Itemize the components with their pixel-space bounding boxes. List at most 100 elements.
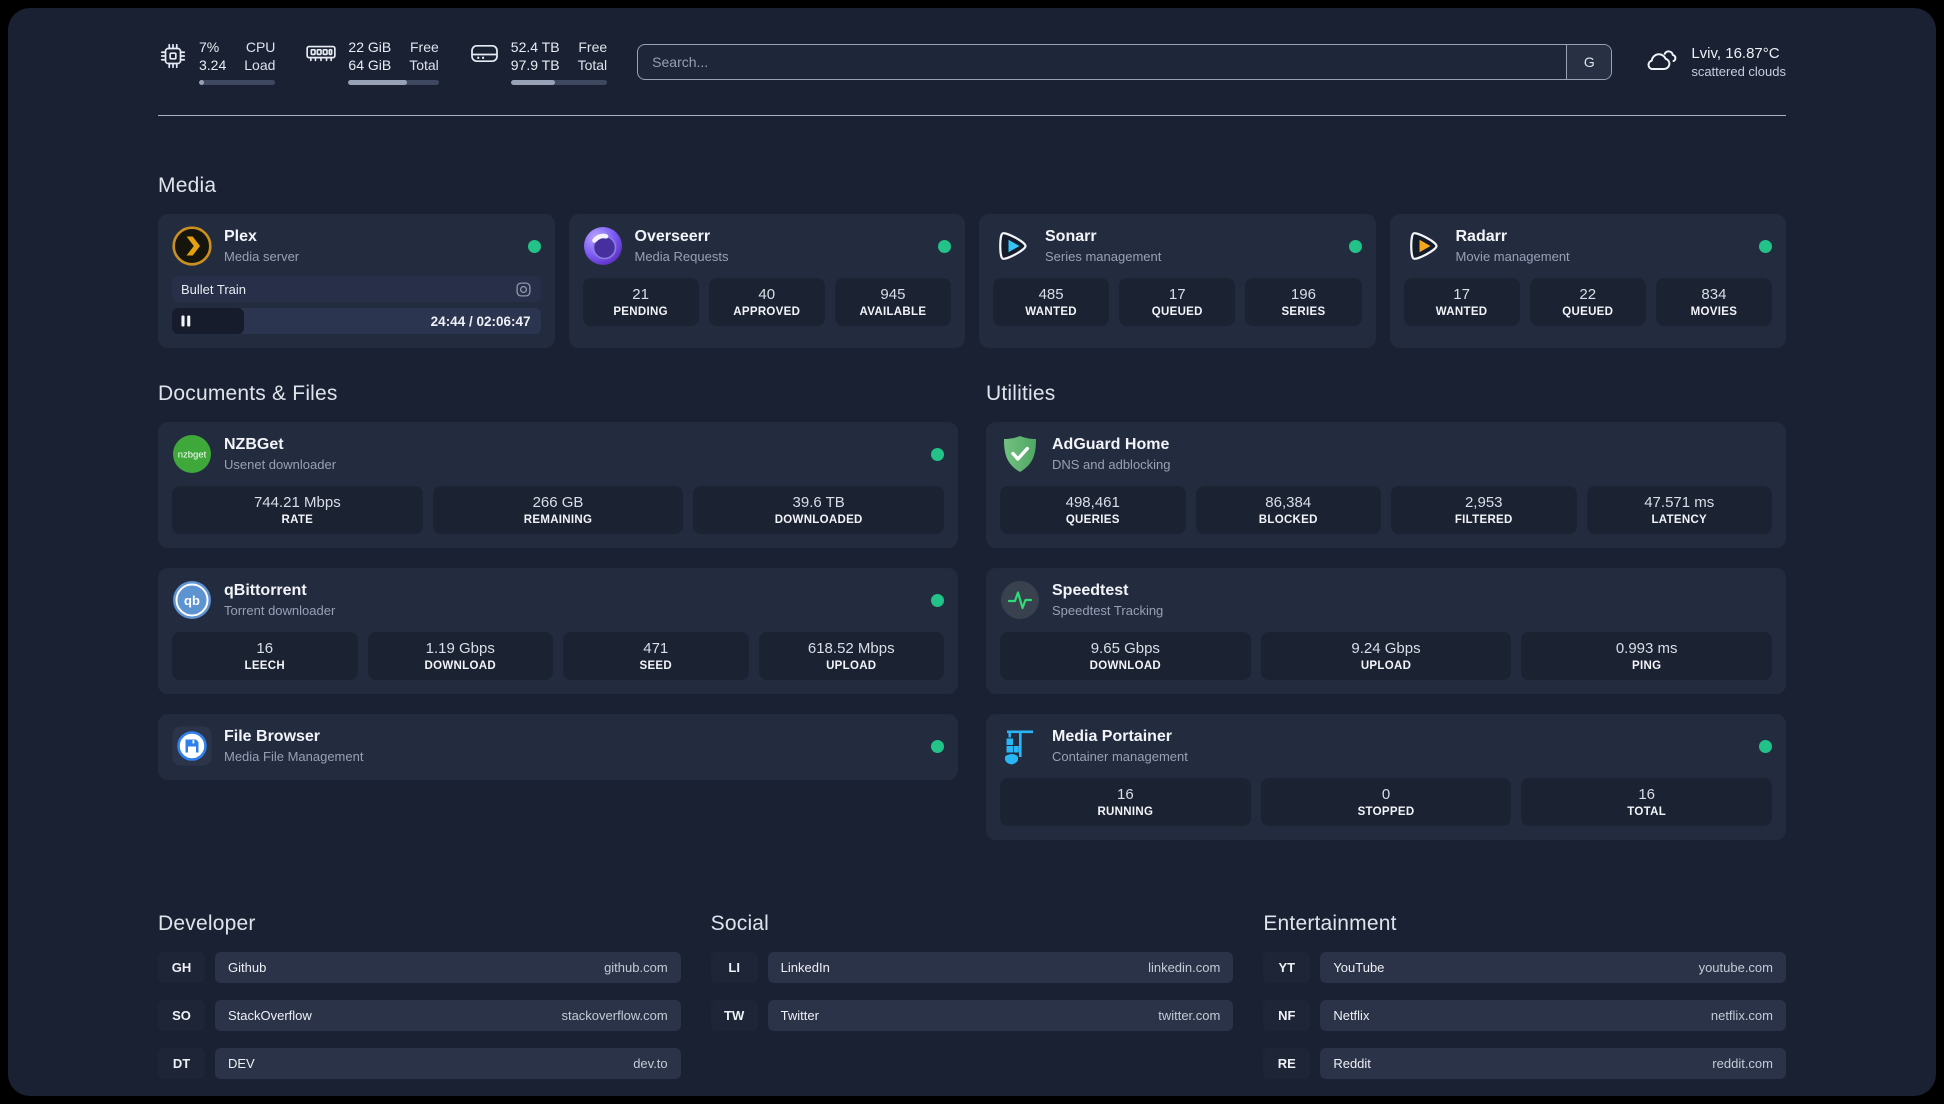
stat-box: 39.6 TB DOWNLOADED [693,486,945,534]
bookmark-section-developer: Developer GH Github github.com SO StackOverfl… [158,912,681,1079]
app-name: AdGuard Home [1052,436,1170,453]
adguard-icon [1000,434,1040,474]
bookmark-youtube[interactable]: YT YouTube youtube.com [1263,952,1786,983]
stat-box: 0.993 ms PING [1521,632,1773,680]
system-label: Total [409,57,439,73]
bookmark-linkedin[interactable]: LI LinkedIn linkedin.com [710,952,1234,983]
stat-box: 0 STOPPED [1260,778,1512,826]
stat-box: 21 PENDING [582,278,699,326]
status-online-dot [931,593,944,607]
status-online-dot [931,447,944,461]
status-online-dot [938,239,951,253]
search-box: G [637,43,1613,80]
bookmark-url: twitter.com [1158,1008,1221,1023]
stat-value: 21 [632,286,649,303]
bookmark-stackoverflow[interactable]: SO StackOverflow stackoverflow.com [158,1000,681,1031]
svg-text:qb: qb [184,593,200,608]
system-progress-fill [199,80,205,85]
stat-box: 40 APPROVED [708,278,825,326]
app-name: qBittorrent [224,582,307,599]
system-progress-fill [510,80,556,85]
bookmark-name: Netflix [1333,1008,1370,1023]
app-subtitle: DNS and adblocking [1052,457,1171,472]
bookmark-abbr-badge: LI [710,952,758,983]
bookmark-link-body: YouTube youtube.com [1320,952,1786,983]
app-subtitle: Series management [1045,249,1162,264]
app-card-titles: Media Portainer Container management [1052,727,1188,765]
stat-value: 834 [1701,286,1727,303]
session-icon [515,281,532,298]
system-value: 64 GiB [348,57,392,73]
bookmark-abbr-badge: TW [710,1000,758,1031]
app-stats-row: 17 WANTED 22 QUEUED 834 MOVIES [1403,278,1773,326]
stat-value: 1.19 Gbps [425,640,495,657]
section-title-entertainment: Entertainment [1263,912,1397,935]
stat-label: RUNNING [1097,806,1154,818]
app-card-nzbget[interactable]: nzbget NZBGet Usenet downloader 744.21 Mbps… [158,422,958,548]
stat-box: 498,461 QUERIES [1000,486,1186,534]
stat-label: WANTED [1435,306,1488,318]
app-stats-row: 744.21 Mbps RATE 266 GB REMAINING 39.6 TB DOW… [172,486,945,534]
speedtest-icon [1000,580,1040,620]
bookmark-reddit[interactable]: RE Reddit reddit.com [1263,1048,1786,1079]
stat-value: 9.24 Gbps [1351,640,1421,657]
stat-box: 945 AVAILABLE [834,278,952,326]
section-title-developer: Developer [158,912,256,935]
search-engine-button[interactable]: G [1566,44,1612,79]
bookmark-dev[interactable]: DT DEV dev.to [158,1048,681,1079]
app-card-titles: Overseerr Media Requests [635,227,729,265]
weather-condition: scattered clouds [1691,63,1786,79]
cpu-icon [158,41,188,71]
app-stats-row: 21 PENDING 40 APPROVED 945 AVAILABLE [582,278,952,326]
stat-label: MOVIES [1690,306,1738,318]
section-documents-files: Documents & Files nzbget NZBGet Usenet dow… [158,382,958,780]
app-subtitle: Speedtest Tracking [1052,603,1164,618]
app-card-speedtest[interactable]: Speedtest Speedtest Tracking 9.65 Gbps DOWN… [986,568,1786,694]
app-card-qbittorrent[interactable]: qb qBittorrent Torrent downloader 16 LEECH 1.… [158,568,958,694]
app-card-sonarr[interactable]: Sonarr Series management 485 WANTED 17 QUEUED… [979,214,1376,348]
stat-value: 945 [880,286,906,303]
bookmark-url: stackoverflow.com [561,1008,668,1023]
app-stats-row: 498,461 QUERIES 86,384 BLOCKED 2,953 FILTERED… [1000,486,1772,534]
bookmark-sections: Developer GH Github github.com SO StackOverfl… [158,912,1786,1079]
status-online-dot [1759,239,1772,253]
bookmark-twitter[interactable]: TW Twitter twitter.com [710,1000,1234,1031]
app-stats-row: 9.65 Gbps DOWNLOAD 9.24 Gbps UPLOAD 0.993 ms… [1000,632,1773,680]
stat-box: 485 WANTED [993,278,1110,326]
now-playing-title: Bullet Train [181,281,247,297]
stat-label: STOPPED [1357,806,1415,818]
app-card-titles: AdGuard Home DNS and adblocking [1052,435,1171,473]
app-card-plex[interactable]: Plex Media server Bullet Train 24:44 / 02:0… [158,214,555,348]
bookmark-name: StackOverflow [228,1008,312,1023]
stat-box: 16 LEECH [172,632,358,680]
stat-box: 834 MOVIES [1655,278,1773,326]
search-input[interactable] [638,44,1567,79]
stat-value: 471 [643,640,669,657]
app-stats-row: 485 WANTED 17 QUEUED 196 SERIES [993,278,1362,326]
stat-label: QUERIES [1065,514,1120,526]
app-card-filebrowser[interactable]: File Browser Media File Management [158,714,958,780]
bookmark-name: Github [228,960,267,975]
stat-box: 17 QUEUED [1119,278,1236,326]
app-card-radarr[interactable]: Radarr Movie management 17 WANTED 22 QUEUED 83… [1389,214,1786,348]
system-progress-track [199,80,276,85]
app-card-overseerr[interactable]: Overseerr Media Requests 21 PENDING 40 APPROV… [568,214,965,348]
section-title-documents-files: Documents & Files [158,382,338,405]
app-name: Sonarr [1045,228,1097,245]
bookmark-name: Reddit [1333,1056,1371,1071]
app-stats-row: 16 LEECH 1.19 Gbps DOWNLOAD 471 SEED 618.52 Mb… [172,632,944,680]
stat-value: 16 [1116,786,1134,803]
bookmark-link-body: Twitter twitter.com [767,1000,1234,1031]
app-card-adguard[interactable]: AdGuard Home DNS and adblocking 498,461 QUE… [986,422,1786,548]
stat-box: 22 QUEUED [1529,278,1646,326]
system-widget-cpu: 7% 3.24 CPU Load [158,38,276,85]
bookmark-github[interactable]: GH Github github.com [158,952,681,983]
system-widget-values: 22 GiB 64 GiB [348,38,391,74]
disk-icon [469,41,500,66]
bookmark-netflix[interactable]: NF Netflix netflix.com [1263,1000,1786,1031]
stat-box: 1.19 Gbps DOWNLOAD [367,632,553,680]
qbittorrent-icon: qb [172,580,212,620]
pause-icon [181,315,191,327]
app-card-portainer[interactable]: Media Portainer Container management 16 RUN… [986,714,1786,840]
stat-value: 39.6 TB [792,494,845,511]
